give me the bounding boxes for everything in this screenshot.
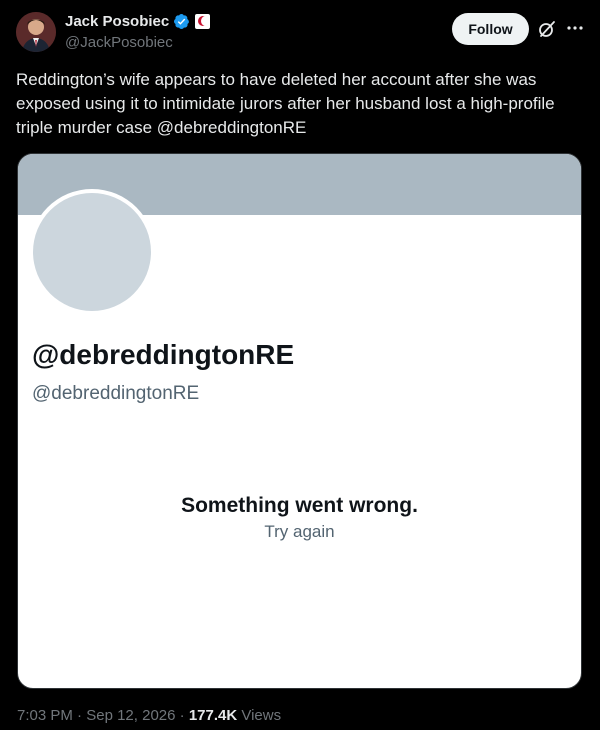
author-avatar[interactable] <box>16 12 56 52</box>
tweet-date[interactable]: Sep 12, 2026 <box>86 707 175 724</box>
card-error-title: Something went wrong. <box>181 494 418 517</box>
views-label: Views <box>241 707 282 724</box>
tweet-header: Jack Posobiec @JackPosobiec Follow <box>0 0 600 66</box>
author-name-row: Jack Posobiec <box>65 13 211 30</box>
embedded-profile-card[interactable]: @debreddingtonRE @debreddingtonRE Someth… <box>17 153 582 689</box>
author-display-name[interactable]: Jack Posobiec <box>65 13 169 30</box>
meta-separator: · <box>179 707 185 724</box>
card-profile-name: @debreddingtonRE <box>32 339 295 370</box>
card-profile-handle: @debreddingtonRE <box>32 383 200 404</box>
author-handle[interactable]: @JackPosobiec <box>65 34 173 51</box>
more-options-icon[interactable] <box>565 18 585 38</box>
grok-icon[interactable] <box>537 19 557 39</box>
verified-badge-icon[interactable] <box>173 13 190 30</box>
tweet-meta: 7:03 PM · Sep 12, 2026 · 177.4K Views <box>17 707 281 724</box>
affiliate-flag-icon[interactable] <box>195 14 211 29</box>
card-avatar-placeholder <box>33 193 151 311</box>
tweet-time[interactable]: 7:03 PM <box>17 707 73 724</box>
tweet-text: Reddington’s wife appears to have delete… <box>16 70 555 137</box>
card-avatar <box>29 189 155 315</box>
views-count[interactable]: 177.4K <box>189 707 237 724</box>
follow-button[interactable]: Follow <box>452 13 529 45</box>
meta-separator: · <box>77 707 83 724</box>
try-again-link[interactable]: Try again <box>18 522 581 542</box>
